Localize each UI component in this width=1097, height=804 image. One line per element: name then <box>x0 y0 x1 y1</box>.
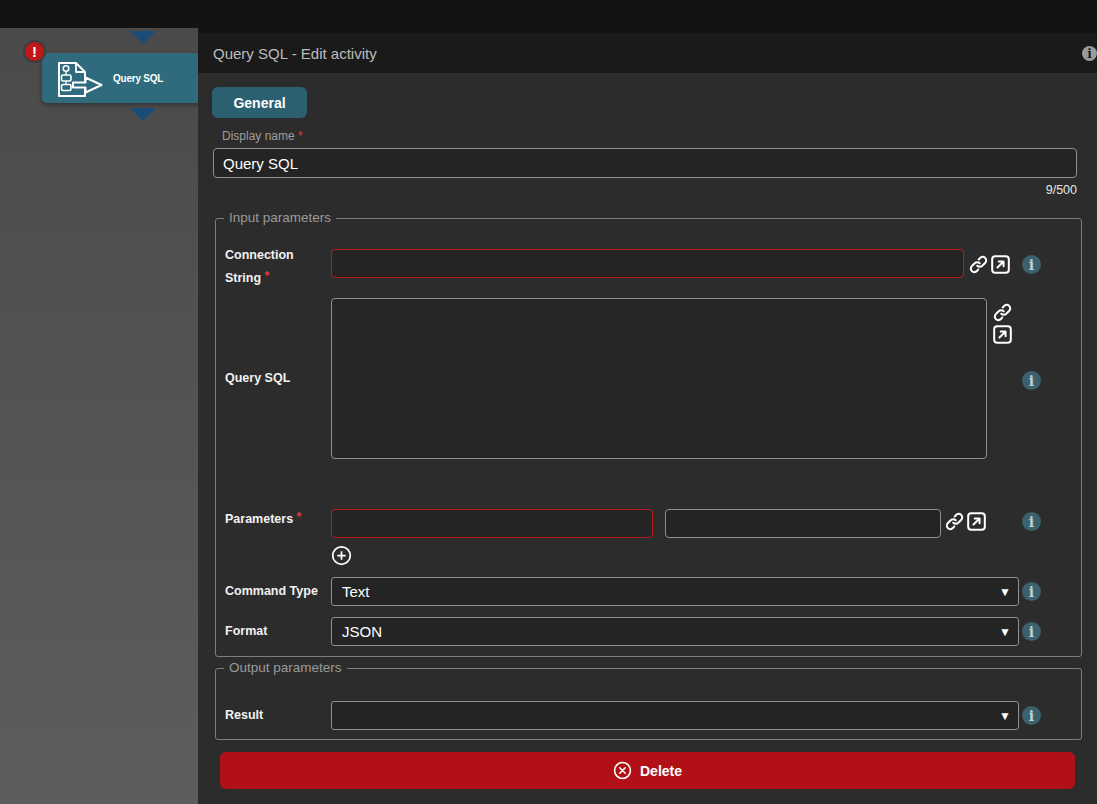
query-sql-info-icon[interactable]: i <box>1022 371 1041 390</box>
open-external-icon[interactable] <box>966 511 987 532</box>
output-parameters-legend: Output parameters <box>224 660 347 675</box>
open-external-icon[interactable] <box>990 254 1011 275</box>
result-select[interactable]: ▼ <box>331 701 1019 730</box>
required-marker: * <box>297 510 302 524</box>
command-type-label: Command Type <box>225 584 318 598</box>
open-external-icon[interactable] <box>992 324 1013 345</box>
parameters-info-icon[interactable]: i <box>1022 512 1041 531</box>
add-parameter-icon[interactable] <box>331 545 352 566</box>
display-name-label: Display name * <box>222 129 303 143</box>
display-name-input[interactable] <box>213 148 1077 178</box>
flow-arrow-top-icon <box>130 31 156 44</box>
tab-general[interactable]: General <box>212 87 307 118</box>
edit-activity-panel: Query SQL - Edit activity i General Disp… <box>198 33 1097 804</box>
command-type-select[interactable]: Text ▼ <box>331 577 1019 606</box>
link-icon[interactable] <box>944 511 965 532</box>
result-info-icon[interactable]: i <box>1022 706 1041 725</box>
connection-string-info-icon[interactable]: i <box>1022 255 1041 274</box>
link-icon[interactable] <box>992 302 1013 323</box>
required-marker: * <box>265 269 270 283</box>
panel-title: Query SQL - Edit activity <box>213 45 377 62</box>
query-sql-label: Query SQL <box>225 371 290 385</box>
connection-string-label: Connection String * <box>225 244 294 290</box>
format-label: Format <box>225 624 267 638</box>
connection-string-input[interactable] <box>331 249 964 278</box>
parameters-input[interactable] <box>331 509 653 538</box>
result-label: Result <box>225 708 263 722</box>
flow-arrow-bottom-icon <box>130 108 156 121</box>
link-icon[interactable] <box>968 254 989 275</box>
input-parameters-legend: Input parameters <box>224 210 336 225</box>
header-info-icon[interactable]: i <box>1082 46 1097 61</box>
char-counter: 9/500 <box>1046 183 1077 197</box>
parameters-value-input[interactable] <box>665 509 941 538</box>
output-parameters-section: Output parameters Result ▼ i <box>215 668 1082 740</box>
panel-header: Query SQL - Edit activity <box>198 33 1097 73</box>
command-type-info-icon[interactable]: i <box>1022 582 1041 601</box>
delete-circle-x-icon <box>613 761 632 780</box>
error-badge: ! <box>23 40 46 63</box>
workflow-canvas[interactable]: Query SQL ! <box>0 28 198 804</box>
chevron-down-icon: ▼ <box>999 585 1011 599</box>
chevron-down-icon: ▼ <box>999 625 1011 639</box>
format-info-icon[interactable]: i <box>1022 622 1041 641</box>
delete-button[interactable]: Delete <box>220 752 1075 789</box>
workflow-node-query-sql[interactable]: Query SQL <box>42 53 204 103</box>
node-label: Query SQL <box>113 72 163 84</box>
chevron-down-icon: ▼ <box>999 709 1011 723</box>
input-parameters-section: Input parameters Connection String * i Q… <box>215 218 1082 657</box>
sql-document-icon <box>57 61 121 101</box>
required-marker: * <box>298 129 303 143</box>
format-select[interactable]: JSON ▼ <box>331 617 1019 646</box>
parameters-label: Parameters * <box>225 512 301 526</box>
query-sql-textarea[interactable] <box>331 298 987 459</box>
